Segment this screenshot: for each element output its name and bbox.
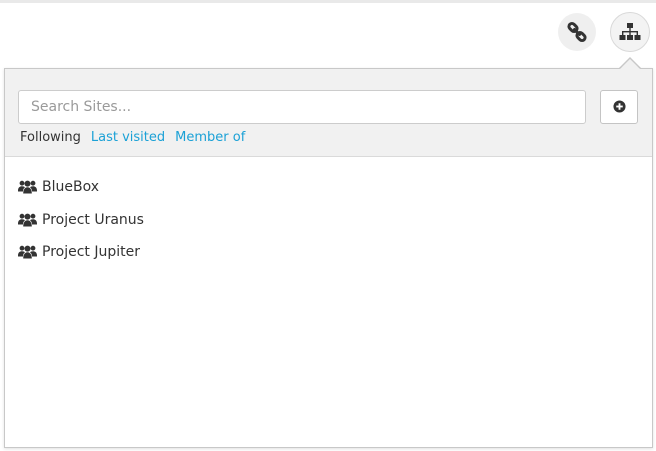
search-sites-input[interactable] [18,90,586,124]
dropdown-caret-fill [620,59,640,69]
tab-member-of[interactable]: Member of [175,130,245,146]
top-toolbar [0,0,656,62]
sites-dropdown: Following Last visited Member of [4,68,653,448]
group-icon [18,180,42,194]
site-filter-tabs: Following Last visited Member of [20,130,245,146]
group-icon [18,245,42,259]
site-item-project-uranus[interactable]: Project Uranus [18,204,618,237]
dropdown-header: Following Last visited Member of [5,69,652,157]
site-item-project-jupiter[interactable]: Project Jupiter [18,236,618,269]
plus-circle-icon [612,98,626,117]
sitemap-icon [619,22,641,42]
site-label: Project Jupiter [42,244,140,261]
tab-last-visited[interactable]: Last visited [91,130,165,146]
link-icon [566,21,588,43]
group-icon [18,213,42,227]
add-site-button[interactable] [600,90,638,124]
link-button[interactable] [558,13,596,51]
site-list: BlueBox Project Uranus Project Jupiter [18,171,618,269]
site-label: Project Uranus [42,211,144,228]
site-item-bluebox[interactable]: BlueBox [18,171,618,204]
tab-following[interactable]: Following [20,130,81,146]
sites-button[interactable] [610,12,650,52]
site-label: BlueBox [42,179,100,196]
